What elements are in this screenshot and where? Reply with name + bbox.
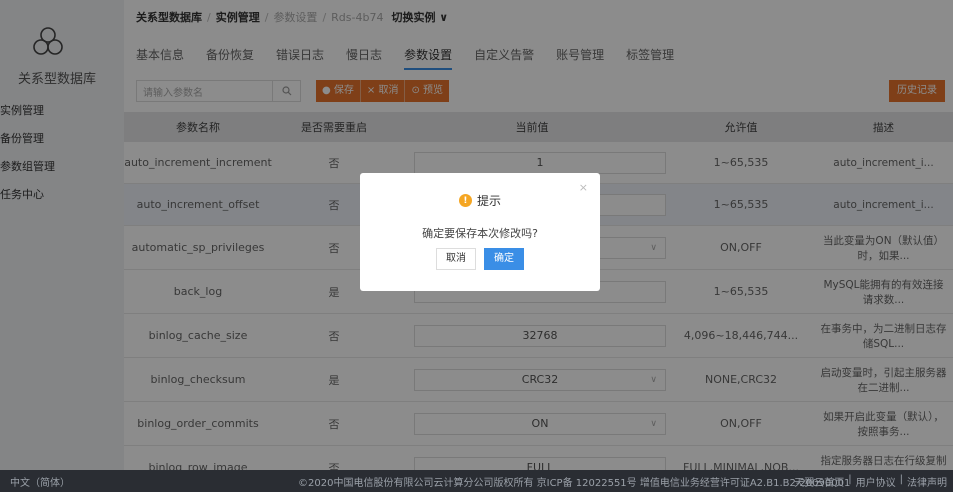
confirm-dialog: × ! 提示 确定要保存本次修改吗? 取消 确定 [360, 173, 600, 291]
footer-link-user-agreement[interactable]: 用户协议 [856, 474, 896, 489]
footer-links: 天翼云首页 | 用户协议 | 法律声明 [794, 474, 947, 489]
footer-link-separator: | [848, 473, 852, 485]
dialog-title-text: 提示 [476, 194, 501, 208]
language-selector[interactable]: 中文（简体） [10, 474, 70, 489]
footer-link-home[interactable]: 天翼云首页 [794, 474, 844, 489]
warning-icon: ! [458, 194, 472, 207]
dialog-message: 确定要保存本次修改吗? [422, 227, 538, 240]
dialog-confirm-button[interactable]: 确定 [484, 248, 524, 270]
dialog-cancel-button[interactable]: 取消 [436, 248, 476, 270]
footer-link-legal[interactable]: 法律声明 [907, 474, 947, 489]
copyright-text: ©2020中国电信股份有限公司云计算分公司版权所有 京ICP备 12022551… [298, 477, 851, 489]
dialog-title: ! 提示 [360, 192, 600, 209]
footer: 中文（简体） ©2020中国电信股份有限公司云计算分公司版权所有 京ICP备 1… [0, 470, 953, 492]
footer-link-separator: | [899, 473, 903, 485]
dialog-actions: 取消 确定 [360, 248, 600, 270]
